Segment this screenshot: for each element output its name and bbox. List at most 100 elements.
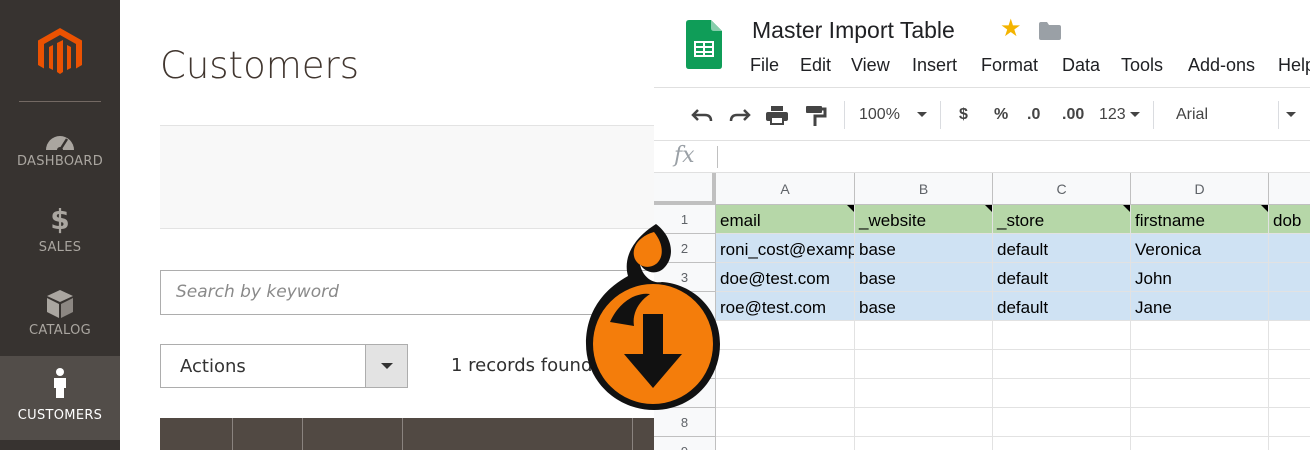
cell-d1[interactable]: firstname — [1131, 205, 1269, 234]
cell-b7[interactable] — [855, 379, 993, 408]
cell-a1[interactable]: email — [716, 205, 855, 234]
font-dropdown-toggle[interactable] — [1286, 102, 1300, 128]
cell-a6[interactable] — [716, 350, 855, 379]
cell-d6[interactable] — [1131, 350, 1269, 379]
cell-c2[interactable]: default — [993, 234, 1131, 263]
menu-insert[interactable]: Insert — [912, 55, 957, 76]
menu-add-ons[interactable]: Add-ons — [1188, 55, 1255, 76]
row-header-9[interactable]: 9 — [654, 437, 716, 450]
cell-e8[interactable] — [1269, 408, 1310, 437]
cell-c5[interactable] — [993, 321, 1131, 350]
cell-b5[interactable] — [855, 321, 993, 350]
column-header-a[interactable]: A — [716, 173, 855, 205]
cell-c7[interactable] — [993, 379, 1131, 408]
menu-help[interactable]: Help — [1278, 55, 1310, 76]
font-select[interactable]: Arial — [1176, 102, 1208, 128]
increase-decimals-button[interactable]: .00 — [1062, 102, 1084, 128]
cell-d4[interactable]: Jane — [1131, 292, 1269, 321]
cell-c8[interactable] — [993, 408, 1131, 437]
cell-b3[interactable]: base — [855, 263, 993, 292]
menu-format[interactable]: Format — [981, 55, 1038, 76]
cell-e1[interactable]: dob — [1269, 205, 1310, 234]
cell-b4[interactable]: base — [855, 292, 993, 321]
percent-format-button[interactable]: % — [994, 102, 1008, 128]
cell-text: _website — [859, 211, 927, 230]
column-header-d[interactable]: D — [1131, 173, 1269, 205]
records-found: 1 records found — [451, 355, 593, 376]
folder-icon[interactable] — [1039, 22, 1061, 40]
sheets-toolbar: 100% $ % .0 .00 123 Arial — [654, 87, 1310, 141]
actions-dropdown-toggle[interactable] — [365, 345, 407, 387]
cell-d8[interactable] — [1131, 408, 1269, 437]
cell-a3[interactable]: doe@test.com — [716, 263, 855, 292]
column-header-b[interactable]: B — [855, 173, 993, 205]
cell-c1[interactable]: _store — [993, 205, 1131, 234]
more-formats-button[interactable]: 123 — [1099, 102, 1140, 128]
google-sheets-logo-icon[interactable] — [686, 20, 722, 69]
column-header-e[interactable] — [1269, 173, 1310, 205]
grid-column-separator — [232, 418, 233, 450]
menu-data[interactable]: Data — [1062, 55, 1100, 76]
cell-e6[interactable] — [1269, 350, 1310, 379]
cell-e7[interactable] — [1269, 379, 1310, 408]
cell-d9[interactable] — [1131, 437, 1269, 450]
cell-d5[interactable] — [1131, 321, 1269, 350]
print-icon[interactable] — [764, 102, 790, 128]
cell-d2[interactable]: Veronica — [1131, 234, 1269, 263]
cell-e3[interactable] — [1269, 263, 1310, 292]
note-marker-icon — [985, 205, 992, 212]
menu-view[interactable]: View — [851, 55, 890, 76]
cell-c3[interactable]: default — [993, 263, 1131, 292]
magento-logo-icon[interactable] — [34, 26, 86, 78]
cell-b8[interactable] — [855, 408, 993, 437]
cell-a5[interactable] — [716, 321, 855, 350]
formula-bar[interactable]: fx — [654, 142, 1310, 173]
zoom-select[interactable]: 100% — [859, 102, 927, 128]
cell-a4[interactable]: roe@test.com — [716, 292, 855, 321]
toolbar-divider — [940, 101, 941, 129]
sidebar-item-dashboard[interactable]: DASHBOARD — [0, 119, 120, 203]
menu-edit[interactable]: Edit — [800, 55, 831, 76]
cell-c4[interactable]: default — [993, 292, 1131, 321]
dashboard-gauge-icon — [46, 136, 74, 153]
cell-a2[interactable]: roni_cost@example.com — [716, 234, 855, 263]
paint-format-icon[interactable] — [803, 102, 827, 128]
increase-decimals-label: .00 — [1062, 106, 1085, 123]
cell-e9[interactable] — [1269, 437, 1310, 450]
sidebar-item-sales[interactable]: $ SALES — [0, 203, 120, 287]
cell-b6[interactable] — [855, 350, 993, 379]
document-title[interactable]: Master Import Table — [752, 17, 955, 44]
cell-d3[interactable]: John — [1131, 263, 1269, 292]
cell-c9[interactable] — [993, 437, 1131, 450]
cell-c6[interactable] — [993, 350, 1131, 379]
sidebar-item-customers[interactable]: CUSTOMERS — [0, 356, 120, 440]
decrease-decimals-button[interactable]: .0 — [1027, 102, 1040, 128]
star-icon[interactable]: ★ — [1000, 17, 1022, 41]
cell-b9[interactable] — [855, 437, 993, 450]
cell-b2[interactable]: base — [855, 234, 993, 263]
sidebar-item-label: SALES — [38, 240, 82, 255]
chevron-down-icon — [1130, 112, 1140, 117]
menu-file[interactable]: File — [750, 55, 779, 76]
undo-icon[interactable] — [690, 102, 714, 128]
cell-a9[interactable] — [716, 437, 855, 450]
box-icon — [47, 290, 73, 318]
currency-format-button[interactable]: $ — [959, 102, 968, 128]
menu-tools[interactable]: Tools — [1121, 55, 1163, 76]
cell-e5[interactable] — [1269, 321, 1310, 350]
cell-e4[interactable] — [1269, 292, 1310, 321]
cell-b1[interactable]: _website — [855, 205, 993, 234]
cell-a8[interactable] — [716, 408, 855, 437]
column-header-c[interactable]: C — [993, 173, 1131, 205]
row-header-8[interactable]: 8 — [654, 408, 716, 437]
decrease-decimals-label: .0 — [1027, 106, 1041, 123]
select-all-corner[interactable] — [654, 173, 716, 205]
flame-import-logo-icon — [586, 224, 720, 410]
toolbar-divider — [1278, 101, 1279, 129]
actions-select[interactable]: Actions — [160, 344, 408, 388]
dollar-icon: $ — [50, 203, 70, 236]
redo-icon[interactable] — [728, 102, 752, 128]
cell-e2[interactable] — [1269, 234, 1310, 263]
cell-a7[interactable] — [716, 379, 855, 408]
cell-d7[interactable] — [1131, 379, 1269, 408]
